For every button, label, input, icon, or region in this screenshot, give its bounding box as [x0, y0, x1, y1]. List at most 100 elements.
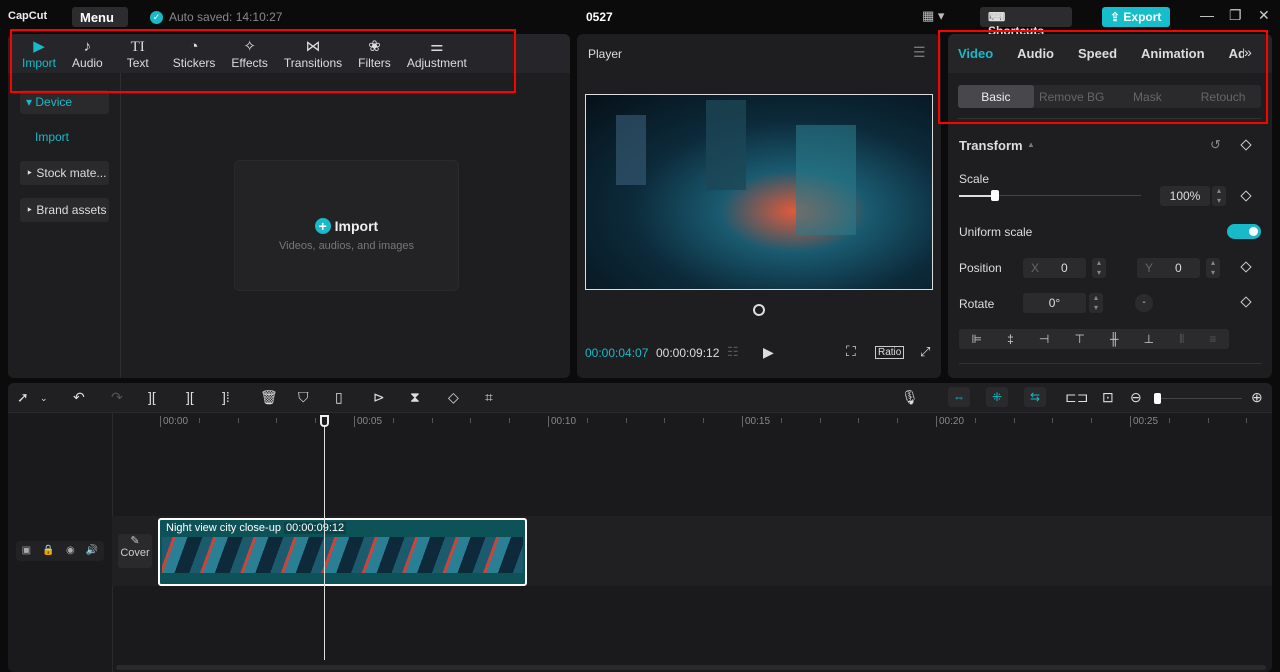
video-preview[interactable] [585, 94, 933, 290]
scale-stepper[interactable]: ▴ ▾ [1212, 186, 1226, 206]
freeze-icon[interactable]: ▯ [335, 389, 343, 406]
chevron-down-icon[interactable]: ⌄ [40, 393, 48, 404]
tab-effects[interactable]: ✧ Effects [223, 34, 275, 73]
keyframe-icon[interactable] [1240, 139, 1252, 151]
eye-icon[interactable]: ◉ [66, 545, 75, 561]
fullscreen-icon[interactable]: ⤢ [920, 344, 930, 360]
main-track-magnet-icon[interactable]: ⇔ [948, 387, 970, 407]
tab-speed[interactable]: Speed [1078, 46, 1117, 73]
ratio-button[interactable]: Ratio [875, 346, 905, 359]
text-icon: TI [130, 39, 145, 55]
align-bottom-icon[interactable]: ⊥ [1144, 332, 1154, 349]
marker-icon[interactable]: ⛉ [298, 389, 309, 406]
position-x-input[interactable]: X0 [1023, 258, 1086, 278]
subtabs: Basic Remove BG Mask Retouch [958, 85, 1261, 108]
zoom-in-icon[interactable]: ⊕ [1251, 389, 1263, 406]
zoom-fit-icon[interactable]: ⛶ [846, 343, 856, 360]
playhead[interactable] [320, 415, 329, 660]
crop-icon[interactable]: ⌗ [485, 389, 493, 406]
subtab-retouch[interactable]: Retouch [1185, 85, 1261, 108]
minimize-icon[interactable]: — [1200, 7, 1214, 23]
tab-transitions[interactable]: ⋈ Transitions [276, 34, 350, 73]
close-icon[interactable]: ✕ [1258, 7, 1270, 24]
align-right-icon[interactable]: ⊣ [1039, 332, 1049, 349]
video-clip[interactable]: Night view city close-up 00:00:09:12 [158, 518, 527, 586]
plus-icon: + [314, 218, 331, 234]
waveform-icon[interactable]: ☷ [727, 344, 739, 360]
delete-right-icon[interactable]: ]⁞ [222, 389, 230, 405]
scale-input[interactable]: 100% [1160, 186, 1210, 206]
speaker-icon[interactable]: 🔊 [86, 545, 98, 561]
rotate-handle-icon[interactable] [753, 304, 765, 316]
position-y-input[interactable]: Y0 [1137, 258, 1200, 278]
tab-audio[interactable]: ♪ Audio [64, 34, 111, 73]
align-center-v-icon[interactable]: ╫ [1110, 332, 1119, 349]
subtab-mask[interactable]: Mask [1110, 85, 1186, 108]
tab-audio-settings[interactable]: Audio [1017, 46, 1054, 73]
reverse-icon[interactable]: ⊳ [373, 389, 385, 406]
tab-text[interactable]: TI Text [111, 34, 165, 73]
snap-icon[interactable]: ⁜ [986, 387, 1008, 407]
subtab-basic[interactable]: Basic [958, 85, 1034, 108]
preview-zoom-icon[interactable]: ⊡ [1102, 389, 1114, 406]
delete-icon[interactable]: 🗑 [260, 389, 278, 406]
import-dropzone[interactable]: + Import Videos, audios, and images [234, 160, 459, 291]
rotate-icon[interactable]: ◇ [448, 389, 459, 406]
rotate-dial[interactable]: - [1135, 294, 1153, 312]
horizontal-scrollbar[interactable] [116, 665, 1266, 670]
tab-animation[interactable]: Animation [1141, 46, 1205, 73]
lock-icon[interactable]: 🔒 [42, 545, 54, 561]
timeline-zoom-slider[interactable] [1154, 393, 1242, 404]
tab-video[interactable]: Video [958, 46, 993, 73]
link-icon[interactable]: ⇆ [1024, 387, 1046, 407]
scale-slider-thumb[interactable] [991, 190, 1000, 201]
project-title: 0527 [586, 10, 613, 24]
shortcuts-button[interactable]: ⌨ Shortcuts [980, 7, 1072, 38]
track-video-icon[interactable]: ▣ [22, 545, 31, 561]
redo-icon: ↷ [111, 389, 123, 405]
microphone-icon[interactable]: 🎙 [901, 389, 919, 406]
maximize-icon[interactable]: ❐ [1229, 7, 1242, 24]
ruler-label: 00:05 [354, 416, 382, 427]
more-tabs-icon[interactable]: » [1244, 34, 1272, 73]
layout-icon[interactable]: ▦ ▾ [922, 8, 944, 24]
rotate-stepper[interactable]: ▴ ▾ [1089, 293, 1103, 313]
delete-left-icon[interactable]: ][ [186, 389, 194, 405]
sidebar-item-import[interactable]: Import [20, 125, 109, 149]
undo-icon[interactable]: ↶ [73, 389, 85, 406]
cover-button[interactable]: ✎ Cover [118, 534, 152, 568]
align-top-icon[interactable]: ⊤ [1074, 332, 1084, 349]
ruler-tick [198, 418, 200, 423]
play-icon[interactable]: ▶ [763, 344, 774, 361]
tab-adjustment[interactable]: ⚌ Adjustment [399, 34, 475, 73]
mirror-icon[interactable]: ⧗ [410, 389, 420, 406]
tab-filters[interactable]: ❀ Filters [350, 34, 399, 73]
position-x-stepper[interactable]: ▴ ▾ [1092, 258, 1106, 278]
subtab-remove-bg[interactable]: Remove BG [1034, 85, 1110, 108]
uniform-scale-toggle[interactable] [1227, 224, 1261, 239]
keyframe-icon[interactable] [1240, 190, 1252, 202]
split-icon[interactable]: ][ [148, 389, 156, 405]
menu-button[interactable]: Menu ⌄ [72, 7, 128, 39]
align-center-h-icon[interactable]: ‡ [1007, 332, 1014, 349]
rotate-input[interactable]: 0° [1023, 293, 1086, 313]
sidebar-item-device[interactable]: ▾ Device [20, 90, 109, 114]
tab-label: Stickers [172, 56, 216, 70]
collapse-icon[interactable]: ▲ [1027, 140, 1035, 149]
scale-slider[interactable] [959, 190, 1141, 201]
zoom-out-icon[interactable]: ⊖ [1130, 389, 1142, 406]
align-left-icon[interactable]: ⊫ [972, 332, 982, 349]
reset-icon[interactable]: ↺ [1210, 137, 1221, 153]
keyframe-icon[interactable] [1240, 261, 1252, 273]
timeline-ruler[interactable]: 00:00 00:05 00:10 00:15 00:20 00:25 [8, 413, 1272, 431]
sidebar-item-brand-assets[interactable]: ‣ Brand assets [20, 198, 109, 222]
tab-stickers[interactable]: ◔ Stickers [165, 34, 224, 73]
sidebar-item-stock[interactable]: ‣ Stock mate... [20, 161, 109, 185]
split-preview-icon[interactable]: ⊏⊐ [1065, 389, 1088, 406]
position-y-stepper[interactable]: ▴ ▾ [1206, 258, 1220, 278]
export-button[interactable]: ⇪ Export [1102, 7, 1170, 27]
select-icon[interactable]: ➚ [17, 389, 29, 406]
tab-import[interactable]: ▶ Import [14, 34, 64, 73]
hamburger-icon[interactable]: ☰ [913, 44, 926, 61]
keyframe-icon[interactable] [1240, 296, 1252, 308]
